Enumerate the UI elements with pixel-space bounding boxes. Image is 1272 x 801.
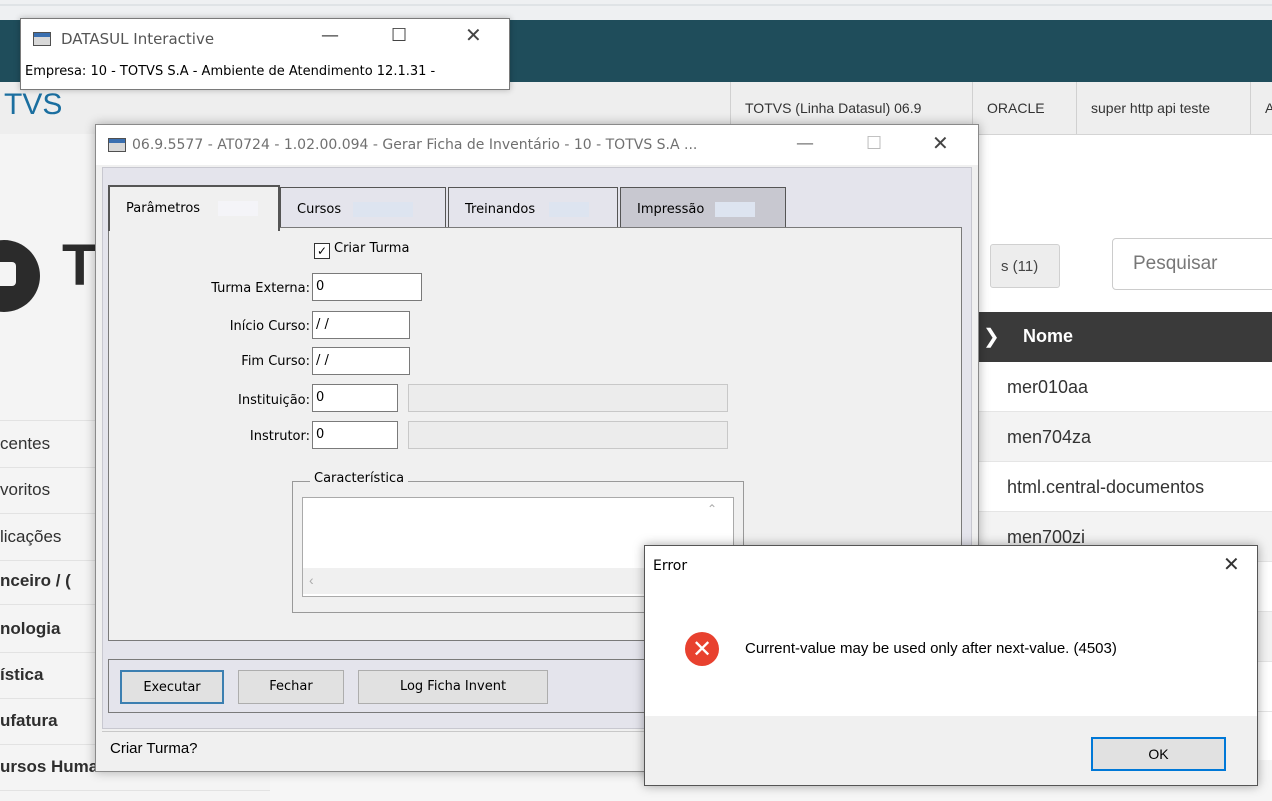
tab-cursos[interactable]: Cursos (280, 187, 446, 228)
error-icon: ✕ (685, 632, 719, 666)
minimize-icon[interactable]: — (321, 25, 339, 46)
menu-item-api-test[interactable]: super http api teste (1076, 82, 1224, 134)
dialog-title: 06.9.5577 - AT0724 - 1.02.00.094 - Gerar… (132, 137, 698, 153)
maximize-icon: ☐ (866, 133, 883, 154)
error-dialog-title: Error (653, 558, 688, 574)
fim-curso-label: Fim Curso: (241, 354, 310, 369)
tab-parametros[interactable]: Parâmetros (108, 185, 280, 231)
turma-externa-label: Turma Externa: (211, 281, 310, 296)
error-message: Current-value may be used only after nex… (745, 640, 1117, 657)
instituicao-label: Instituição: (238, 393, 310, 408)
minimize-icon[interactable]: — (796, 133, 814, 154)
tab-swatch (549, 202, 589, 217)
maximize-icon[interactable]: ☐ (391, 25, 407, 46)
tab-label: Treinandos (465, 202, 536, 217)
datasul-window-title: DATASUL Interactive (61, 30, 215, 48)
browser-scroll-line (0, 4, 1272, 6)
instrutor-description (408, 421, 728, 449)
turma-externa-field[interactable]: 0 (312, 273, 422, 301)
table-row[interactable]: html.central-documentos (975, 462, 1272, 512)
table-row[interactable]: men704za (975, 412, 1272, 462)
instrutor-label: Instrutor: (249, 429, 310, 444)
caracteristica-legend: Característica (310, 471, 409, 486)
criar-turma-label: Criar Turma (334, 241, 410, 256)
instituicao-field[interactable]: 0 (312, 384, 398, 412)
scroll-left-icon[interactable]: ‹ (309, 572, 314, 588)
close-icon[interactable]: ✕ (932, 131, 949, 155)
tab-swatch (218, 201, 258, 216)
tab-impressao[interactable]: Impressão (620, 187, 786, 228)
table-header-nome[interactable]: Nome (1023, 326, 1073, 347)
inicio-curso-label: Início Curso: (229, 319, 310, 334)
criar-turma-checkbox[interactable]: ✓ (314, 243, 330, 259)
table-row[interactable]: mer010aa (975, 362, 1272, 412)
error-dialog: Error ✕ ✕ Current-value may be used only… (644, 545, 1258, 786)
tab-label: Cursos (297, 202, 342, 217)
menu-item-oracle[interactable]: ORACLE (972, 82, 1059, 134)
datasul-titlebar: DATASUL Interactive — ☐ ✕ (21, 19, 509, 59)
instituicao-description (408, 384, 728, 412)
chevron-down-icon[interactable]: ❯ (983, 324, 1000, 349)
dialog-titlebar: 06.9.5577 - AT0724 - 1.02.00.094 - Gerar… (96, 125, 978, 165)
datasul-status-bar: Empresa: 10 - TOTVS S.A - Ambiente de At… (25, 64, 436, 79)
tab-swatch (353, 202, 413, 217)
tab-swatch (715, 202, 755, 217)
tab-label: Impressão (637, 202, 705, 217)
filter-count-button[interactable]: s (11) (990, 244, 1060, 288)
fim-curso-field[interactable]: / / (312, 347, 410, 375)
brand-logo: TVS (4, 88, 63, 121)
totvs-logo-text: T (62, 233, 98, 298)
instrutor-field[interactable]: 0 (312, 421, 398, 449)
scroll-up-icon[interactable]: ⌃ (707, 502, 717, 516)
browser-top-band (0, 0, 1272, 20)
log-ficha-button[interactable]: Log Ficha Invent (358, 670, 548, 704)
search-input[interactable]: Pesquisar (1112, 238, 1272, 290)
tab-treinandos[interactable]: Treinandos (448, 187, 618, 228)
datasul-window: DATASUL Interactive — ☐ ✕ Empresa: 10 - … (20, 18, 510, 90)
close-icon[interactable]: ✕ (1223, 552, 1240, 576)
inicio-curso-field[interactable]: / / (312, 311, 410, 339)
menu-item-more[interactable]: A (1250, 82, 1272, 134)
app-window-icon (108, 138, 126, 152)
executar-button[interactable]: Executar (120, 670, 224, 704)
tab-label: Parâmetros (126, 201, 201, 216)
ok-button[interactable]: OK (1091, 737, 1226, 771)
table-header: ❯ Nome (975, 312, 1272, 362)
close-icon[interactable]: ✕ (465, 23, 482, 47)
fechar-button[interactable]: Fechar (238, 670, 344, 704)
app-window-icon (33, 32, 51, 46)
